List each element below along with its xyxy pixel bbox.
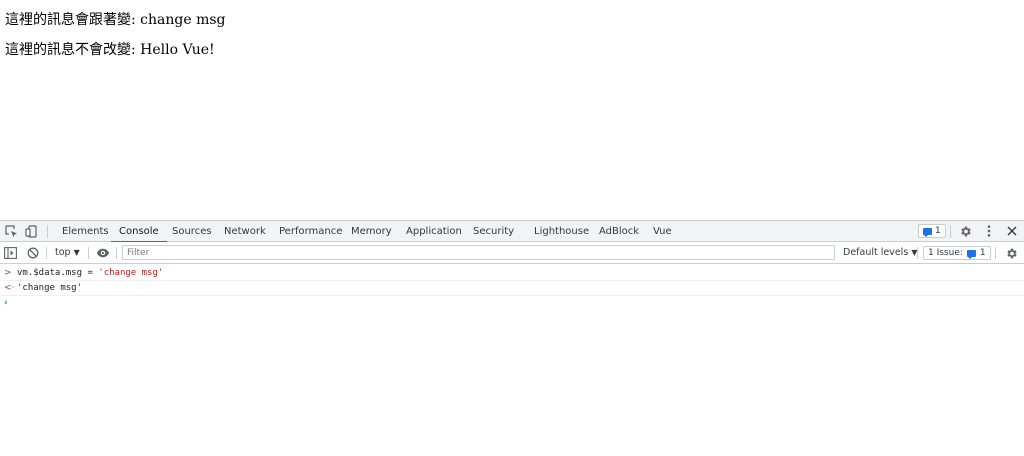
toolbar-separator bbox=[116, 247, 117, 259]
toolbar-separator bbox=[88, 247, 89, 259]
tabbar-separator bbox=[950, 225, 951, 238]
tab-adblock[interactable]: AdBlock bbox=[599, 221, 639, 242]
prompt-chevron-icon: › bbox=[4, 298, 8, 308]
issues-counter-count: 1 bbox=[979, 248, 986, 258]
dynamic-message-label: 這裡的訊息會跟著變: bbox=[5, 12, 136, 28]
toolbar-separator bbox=[46, 247, 47, 259]
tabbar-separator bbox=[47, 225, 48, 238]
message-icon bbox=[923, 227, 932, 237]
console-settings-icon[interactable] bbox=[1004, 246, 1018, 260]
tab-elements[interactable]: Elements bbox=[62, 221, 109, 242]
sidebar-toggle-icon[interactable] bbox=[3, 246, 17, 260]
log-levels-dropdown[interactable]: Default levels ▼ bbox=[843, 242, 917, 264]
page-content: 這裡的訊息會跟著變: change msg 這裡的訊息不會改變: Hello V… bbox=[0, 0, 1024, 220]
filter-input[interactable] bbox=[122, 245, 835, 260]
dynamic-message-line: 這裡的訊息會跟著變: change msg bbox=[5, 11, 226, 29]
inspect-icon[interactable] bbox=[4, 224, 18, 238]
toolbar-separator bbox=[995, 247, 996, 259]
issues-counter-label: 1 Issue: bbox=[928, 248, 963, 258]
tab-memory[interactable]: Memory bbox=[351, 221, 392, 242]
toolbar-separator bbox=[917, 247, 918, 259]
console-input-expression: vm.$data.msg = bbox=[17, 268, 99, 278]
console-prompt[interactable]: › bbox=[0, 296, 1024, 311]
tab-performance[interactable]: Performance bbox=[279, 221, 342, 242]
log-levels-value: Default levels bbox=[843, 247, 909, 258]
tab-lighthouse[interactable]: Lighthouse bbox=[534, 221, 589, 242]
tab-network[interactable]: Network bbox=[224, 221, 266, 242]
input-chevron-icon: > bbox=[4, 268, 12, 278]
console-input-code: vm.$data.msg = 'change msg' bbox=[17, 266, 163, 281]
static-message-label: 這裡的訊息不會改變: bbox=[5, 42, 136, 58]
settings-icon[interactable] bbox=[958, 224, 972, 238]
close-icon[interactable] bbox=[1005, 224, 1019, 238]
eye-icon[interactable] bbox=[95, 246, 110, 260]
issues-counter[interactable]: 1 Issue: 1 bbox=[923, 246, 991, 260]
tab-security[interactable]: Security bbox=[473, 221, 514, 242]
console-result-value: 'change msg' bbox=[17, 283, 83, 293]
console-input-string: 'change msg' bbox=[98, 268, 164, 278]
context-selector-value: top bbox=[55, 247, 71, 258]
static-message-line: 這裡的訊息不會改變: Hello Vue! bbox=[5, 41, 215, 59]
issues-badge[interactable]: 1 bbox=[918, 224, 946, 238]
clear-console-icon[interactable] bbox=[26, 246, 40, 260]
result-chevron-icon: <· bbox=[4, 283, 15, 293]
dropdown-arrow-icon: ▼ bbox=[73, 248, 80, 257]
context-selector[interactable]: top ▼ bbox=[55, 242, 80, 264]
static-message-value: Hello Vue! bbox=[140, 42, 215, 58]
issues-badge-count: 1 bbox=[935, 226, 941, 236]
console-input-row[interactable]: > vm.$data.msg = 'change msg' bbox=[0, 266, 1024, 281]
devtools-tabbar: Elements Console Sources Network Perform… bbox=[0, 220, 1024, 243]
tab-vue[interactable]: Vue bbox=[653, 221, 672, 242]
tab-console[interactable]: Console bbox=[111, 221, 167, 243]
console-toolbar: top ▼ Default levels ▼ 1 Issue: 1 bbox=[0, 242, 1024, 264]
console-result-row[interactable]: <· 'change msg' bbox=[0, 281, 1024, 296]
tab-sources[interactable]: Sources bbox=[172, 221, 212, 242]
devtools-panel: Elements Console Sources Network Perform… bbox=[0, 220, 1024, 456]
dynamic-message-value: change msg bbox=[140, 12, 226, 28]
device-toolbar-icon[interactable] bbox=[24, 224, 38, 238]
more-vert-icon[interactable] bbox=[982, 224, 996, 238]
tab-application[interactable]: Application bbox=[406, 221, 462, 242]
message-icon bbox=[966, 249, 976, 259]
